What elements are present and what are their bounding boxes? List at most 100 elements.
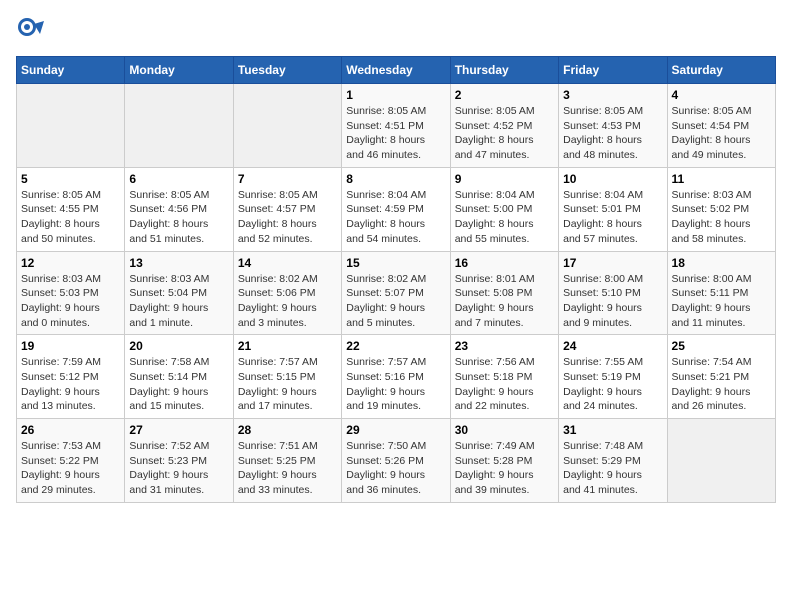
calendar-cell bbox=[233, 84, 341, 168]
page-header bbox=[16, 16, 776, 44]
calendar-cell: 27 Sunrise: 7:52 AM Sunset: 5:23 PM Dayli… bbox=[125, 419, 233, 503]
day-info: Sunrise: 8:05 AM Sunset: 4:55 PM Dayligh… bbox=[21, 188, 120, 247]
day-info: Sunrise: 8:05 AM Sunset: 4:54 PM Dayligh… bbox=[672, 104, 771, 163]
day-number: 29 bbox=[346, 423, 445, 437]
calendar-cell: 12 Sunrise: 8:03 AM Sunset: 5:03 PM Dayli… bbox=[17, 251, 125, 335]
calendar-cell: 7 Sunrise: 8:05 AM Sunset: 4:57 PM Daylig… bbox=[233, 167, 341, 251]
calendar-cell: 22Sunrise: 7:57 AM Sunset: 5:16 PM Dayli… bbox=[342, 335, 450, 419]
day-info: Sunrise: 8:05 AM Sunset: 4:56 PM Dayligh… bbox=[129, 188, 228, 247]
calendar-cell: 6 Sunrise: 8:05 AM Sunset: 4:56 PM Daylig… bbox=[125, 167, 233, 251]
day-info: Sunrise: 7:52 AM Sunset: 5:23 PM Dayligh… bbox=[129, 439, 228, 498]
day-number: 22 bbox=[346, 339, 445, 353]
calendar-cell: 24 Sunrise: 7:55 AM Sunset: 5:19 PM Dayli… bbox=[559, 335, 667, 419]
day-number: 6 bbox=[129, 172, 228, 186]
day-number: 23 bbox=[455, 339, 554, 353]
day-number: 4 bbox=[672, 88, 771, 102]
calendar-cell: 19Sunrise: 7:59 AM Sunset: 5:12 PM Dayli… bbox=[17, 335, 125, 419]
day-number: 17 bbox=[563, 256, 662, 270]
calendar-cell: 11 Sunrise: 8:03 AM Sunset: 5:02 PM Dayli… bbox=[667, 167, 775, 251]
calendar-week-row: 26 Sunrise: 7:53 AM Sunset: 5:22 PM Dayli… bbox=[17, 419, 776, 503]
day-number: 15 bbox=[346, 256, 445, 270]
day-number: 10 bbox=[563, 172, 662, 186]
day-number: 13 bbox=[129, 256, 228, 270]
logo-icon bbox=[16, 16, 44, 44]
day-number: 30 bbox=[455, 423, 554, 437]
day-number: 5 bbox=[21, 172, 120, 186]
day-number: 27 bbox=[129, 423, 228, 437]
calendar-cell: 17 Sunrise: 8:00 AM Sunset: 5:10 PM Dayli… bbox=[559, 251, 667, 335]
day-info: Sunrise: 7:54 AM Sunset: 5:21 PM Dayligh… bbox=[672, 355, 771, 414]
day-number: 20 bbox=[129, 339, 228, 353]
calendar-cell: 15 Sunrise: 8:02 AM Sunset: 5:07 PM Dayli… bbox=[342, 251, 450, 335]
day-info: Sunrise: 7:51 AM Sunset: 5:25 PM Dayligh… bbox=[238, 439, 337, 498]
calendar-cell: 30Sunrise: 7:49 AM Sunset: 5:28 PM Dayli… bbox=[450, 419, 558, 503]
day-number: 2 bbox=[455, 88, 554, 102]
day-info: Sunrise: 7:55 AM Sunset: 5:19 PM Dayligh… bbox=[563, 355, 662, 414]
calendar-cell: 29 Sunrise: 7:50 AM Sunset: 5:26 PM Dayli… bbox=[342, 419, 450, 503]
day-info: Sunrise: 8:03 AM Sunset: 5:02 PM Dayligh… bbox=[672, 188, 771, 247]
calendar-cell bbox=[17, 84, 125, 168]
day-number: 11 bbox=[672, 172, 771, 186]
calendar-cell: 3 Sunrise: 8:05 AM Sunset: 4:53 PM Daylig… bbox=[559, 84, 667, 168]
calendar-cell: 20Sunrise: 7:58 AM Sunset: 5:14 PM Dayli… bbox=[125, 335, 233, 419]
day-info: Sunrise: 8:00 AM Sunset: 5:11 PM Dayligh… bbox=[672, 272, 771, 331]
calendar-cell: 31Sunrise: 7:48 AM Sunset: 5:29 PM Dayli… bbox=[559, 419, 667, 503]
calendar-week-row: 19Sunrise: 7:59 AM Sunset: 5:12 PM Dayli… bbox=[17, 335, 776, 419]
calendar-cell: 14Sunrise: 8:02 AM Sunset: 5:06 PM Dayli… bbox=[233, 251, 341, 335]
weekday-header: Friday bbox=[559, 57, 667, 84]
day-number: 1 bbox=[346, 88, 445, 102]
calendar-week-row: 5 Sunrise: 8:05 AM Sunset: 4:55 PM Daylig… bbox=[17, 167, 776, 251]
day-info: Sunrise: 7:57 AM Sunset: 5:15 PM Dayligh… bbox=[238, 355, 337, 414]
day-info: Sunrise: 8:04 AM Sunset: 4:59 PM Dayligh… bbox=[346, 188, 445, 247]
calendar-cell: 1Sunrise: 8:05 AM Sunset: 4:51 PM Daylig… bbox=[342, 84, 450, 168]
day-info: Sunrise: 8:05 AM Sunset: 4:57 PM Dayligh… bbox=[238, 188, 337, 247]
day-info: Sunrise: 8:02 AM Sunset: 5:06 PM Dayligh… bbox=[238, 272, 337, 331]
calendar-cell: 9Sunrise: 8:04 AM Sunset: 5:00 PM Daylig… bbox=[450, 167, 558, 251]
calendar-cell: 26 Sunrise: 7:53 AM Sunset: 5:22 PM Dayli… bbox=[17, 419, 125, 503]
day-info: Sunrise: 8:05 AM Sunset: 4:52 PM Dayligh… bbox=[455, 104, 554, 163]
day-info: Sunrise: 7:56 AM Sunset: 5:18 PM Dayligh… bbox=[455, 355, 554, 414]
calendar-cell bbox=[667, 419, 775, 503]
day-number: 24 bbox=[563, 339, 662, 353]
calendar-cell: 25 Sunrise: 7:54 AM Sunset: 5:21 PM Dayli… bbox=[667, 335, 775, 419]
day-info: Sunrise: 7:53 AM Sunset: 5:22 PM Dayligh… bbox=[21, 439, 120, 498]
day-number: 18 bbox=[672, 256, 771, 270]
calendar-cell: 5 Sunrise: 8:05 AM Sunset: 4:55 PM Daylig… bbox=[17, 167, 125, 251]
calendar-cell bbox=[125, 84, 233, 168]
day-number: 7 bbox=[238, 172, 337, 186]
calendar-cell: 10Sunrise: 8:04 AM Sunset: 5:01 PM Dayli… bbox=[559, 167, 667, 251]
day-info: Sunrise: 8:02 AM Sunset: 5:07 PM Dayligh… bbox=[346, 272, 445, 331]
day-info: Sunrise: 8:00 AM Sunset: 5:10 PM Dayligh… bbox=[563, 272, 662, 331]
day-number: 21 bbox=[238, 339, 337, 353]
calendar-cell: 4 Sunrise: 8:05 AM Sunset: 4:54 PM Daylig… bbox=[667, 84, 775, 168]
day-number: 28 bbox=[238, 423, 337, 437]
day-info: Sunrise: 7:50 AM Sunset: 5:26 PM Dayligh… bbox=[346, 439, 445, 498]
weekday-header: Tuesday bbox=[233, 57, 341, 84]
day-info: Sunrise: 8:04 AM Sunset: 5:00 PM Dayligh… bbox=[455, 188, 554, 247]
logo bbox=[16, 16, 48, 44]
calendar-cell: 16 Sunrise: 8:01 AM Sunset: 5:08 PM Dayli… bbox=[450, 251, 558, 335]
day-number: 12 bbox=[21, 256, 120, 270]
calendar-cell: 21 Sunrise: 7:57 AM Sunset: 5:15 PM Dayli… bbox=[233, 335, 341, 419]
weekday-header: Thursday bbox=[450, 57, 558, 84]
calendar-cell: 8Sunrise: 8:04 AM Sunset: 4:59 PM Daylig… bbox=[342, 167, 450, 251]
weekday-header: Saturday bbox=[667, 57, 775, 84]
weekday-header: Sunday bbox=[17, 57, 125, 84]
day-info: Sunrise: 8:03 AM Sunset: 5:04 PM Dayligh… bbox=[129, 272, 228, 331]
calendar-cell: 23 Sunrise: 7:56 AM Sunset: 5:18 PM Dayli… bbox=[450, 335, 558, 419]
day-info: Sunrise: 8:01 AM Sunset: 5:08 PM Dayligh… bbox=[455, 272, 554, 331]
weekday-header: Monday bbox=[125, 57, 233, 84]
day-number: 26 bbox=[21, 423, 120, 437]
day-number: 16 bbox=[455, 256, 554, 270]
day-number: 3 bbox=[563, 88, 662, 102]
day-info: Sunrise: 8:05 AM Sunset: 4:53 PM Dayligh… bbox=[563, 104, 662, 163]
calendar-cell: 13 Sunrise: 8:03 AM Sunset: 5:04 PM Dayli… bbox=[125, 251, 233, 335]
calendar-cell: 2 Sunrise: 8:05 AM Sunset: 4:52 PM Daylig… bbox=[450, 84, 558, 168]
day-info: Sunrise: 8:03 AM Sunset: 5:03 PM Dayligh… bbox=[21, 272, 120, 331]
day-number: 25 bbox=[672, 339, 771, 353]
calendar-week-row: 1Sunrise: 8:05 AM Sunset: 4:51 PM Daylig… bbox=[17, 84, 776, 168]
calendar-week-row: 12 Sunrise: 8:03 AM Sunset: 5:03 PM Dayli… bbox=[17, 251, 776, 335]
calendar-cell: 28 Sunrise: 7:51 AM Sunset: 5:25 PM Dayli… bbox=[233, 419, 341, 503]
calendar-table: SundayMondayTuesdayWednesdayThursdayFrid… bbox=[16, 56, 776, 503]
day-info: Sunrise: 7:48 AM Sunset: 5:29 PM Dayligh… bbox=[563, 439, 662, 498]
